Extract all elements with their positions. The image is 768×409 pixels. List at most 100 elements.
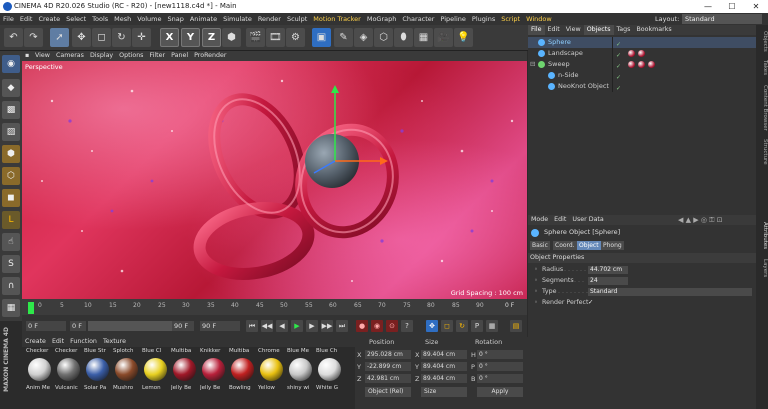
material-tag-icon[interactable] (638, 61, 645, 68)
key-pla-button[interactable]: ▦ (486, 320, 498, 332)
material-swatch[interactable]: Multiba Bowling (229, 348, 256, 408)
tab-coord[interactable]: Coord. (553, 241, 577, 250)
side-tab-attributes[interactable]: Attributes (756, 220, 768, 252)
tab-basic[interactable]: Basic (530, 241, 550, 250)
render-view-icon[interactable]: 🎬 (246, 28, 265, 47)
material-swatch[interactable]: Blue Me shiny wi (287, 348, 314, 408)
size-mode-select[interactable]: Size (421, 387, 467, 397)
menu-mograph[interactable]: MoGraph (364, 13, 400, 25)
menu-edit[interactable]: Edit (17, 13, 36, 25)
perspective-viewport[interactable]: Perspective Grid Spacing : 100 cm (22, 61, 527, 299)
workplane-mode-icon[interactable]: ▨ (2, 123, 20, 141)
size-z-field[interactable]: 89.404 cm (421, 374, 467, 383)
workplane-icon[interactable]: ▦ (2, 299, 20, 317)
timeline-window-button[interactable]: ▤ (510, 320, 522, 332)
render-settings-icon[interactable]: ⚙ (286, 28, 305, 47)
object-row-n-side[interactable]: n-Side ✓ (528, 70, 756, 81)
attributes-menu-mode[interactable]: Mode (528, 215, 551, 225)
record-keys-button[interactable]: ● (356, 320, 368, 332)
position-y-field[interactable]: -22.899 cm (365, 362, 411, 371)
object-row-sphere[interactable]: Sphere ✓ (528, 37, 756, 48)
material-swatch[interactable]: Checker Vulcanic (55, 348, 82, 408)
menu-file[interactable]: File (0, 13, 17, 25)
menu-character[interactable]: Character (399, 13, 437, 25)
menu-create[interactable]: Create (35, 13, 63, 25)
start-frame-field[interactable]: 0 F (26, 321, 66, 331)
object-row-landscape[interactable]: Landscape ✓ (528, 48, 756, 59)
pen-spline-icon[interactable]: ✎ (334, 28, 353, 47)
size-y-field[interactable]: 89.404 cm (421, 362, 467, 371)
material-menu-texture[interactable]: Texture (100, 337, 129, 347)
visibility-checkmark-icon[interactable]: ✓ (616, 83, 621, 94)
segments-field[interactable]: 24 (588, 277, 628, 285)
select-arrow-icon[interactable]: ➚ (50, 28, 69, 47)
objects-menu-file[interactable]: File (528, 25, 545, 35)
menu-select[interactable]: Select (63, 13, 89, 25)
render-picture-viewer-icon[interactable]: 🎞 (266, 28, 285, 47)
play-button[interactable]: ▶ (291, 320, 303, 332)
material-tag-icon[interactable] (638, 50, 645, 57)
viewport-menu-prorender[interactable]: ProRender (191, 51, 229, 61)
side-tab-takes[interactable]: Takes (756, 57, 768, 79)
attributes-menu-user-data[interactable]: User Data (569, 215, 606, 225)
timeline-ruler[interactable]: 0 5 10 15 20 25 30 35 40 45 50 55 60 65 … (22, 299, 527, 315)
previous-key-button[interactable]: ◀◀ (261, 320, 273, 332)
tweak-mode-icon[interactable]: ☝ (2, 233, 20, 251)
attributes-menu-edit[interactable]: Edit (551, 215, 569, 225)
key-position-button[interactable]: ✥ (426, 320, 438, 332)
recent-tool-icon[interactable]: ✛ (132, 28, 151, 47)
material-swatch[interactable]: Splotch Mushro (113, 348, 140, 408)
viewport-menu-cameras[interactable]: Cameras (53, 51, 87, 61)
deformer-icon[interactable]: ⬮ (394, 28, 413, 47)
side-tab-objects[interactable]: Objects (756, 29, 768, 53)
close-button[interactable]: ✕ (744, 0, 768, 13)
menu-volume[interactable]: Volume (134, 13, 164, 25)
menu-animate[interactable]: Animate (187, 13, 220, 25)
next-frame-button[interactable]: ▶ (306, 320, 318, 332)
objects-menu-tags[interactable]: Tags (614, 25, 634, 35)
snapping-icon[interactable]: S (2, 255, 20, 273)
render-perfect-checkbox[interactable]: ✓ (588, 298, 593, 308)
objects-menu-view[interactable]: View (563, 25, 584, 35)
autokey-button[interactable]: ◉ (371, 320, 383, 332)
layout-select[interactable]: Standard (682, 14, 762, 24)
texture-mode-icon[interactable]: ▩ (2, 101, 20, 119)
menu-snap[interactable]: Snap (164, 13, 186, 25)
collapse-toggle-icon[interactable]: ⊟ (530, 59, 535, 70)
keyframe-selection-button[interactable]: ⊙ (386, 320, 398, 332)
go-to-end-button[interactable]: ⏭ (336, 320, 348, 332)
menu-pipeline[interactable]: Pipeline (437, 13, 468, 25)
rotation-h-field[interactable]: 0 ° (477, 350, 523, 359)
position-z-field[interactable]: 42.981 cm (365, 374, 411, 383)
minimize-button[interactable]: — (696, 0, 720, 13)
rotation-p-field[interactable]: 0 ° (477, 362, 523, 371)
tab-phong[interactable]: Phong (601, 241, 624, 250)
type-select[interactable]: Standard (588, 288, 752, 296)
undo-icon[interactable]: ↶ (4, 28, 23, 47)
material-swatch[interactable]: Blue Cl Lemon (142, 348, 169, 408)
menu-motion-tracker[interactable]: Motion Tracker (310, 13, 364, 25)
subdivision-icon[interactable]: ◈ (354, 28, 373, 47)
side-tab-layers[interactable]: Layers (756, 257, 768, 279)
move-icon[interactable]: ✥ (72, 28, 91, 47)
z-axis-lock-button[interactable]: Z (202, 28, 221, 47)
object-row-sweep[interactable]: ⊟ Sweep ✓ (528, 59, 756, 70)
neoknot-sweep-object[interactable] (193, 86, 407, 283)
rotation-b-field[interactable]: 0 ° (477, 374, 523, 383)
material-menu-edit[interactable]: Edit (49, 337, 67, 347)
redo-icon[interactable]: ↷ (24, 28, 43, 47)
side-tab-content-browser[interactable]: Content Browser (756, 83, 768, 133)
magnet-icon[interactable]: ∩ (2, 277, 20, 295)
menu-render[interactable]: Render (255, 13, 284, 25)
menu-script[interactable]: Script (498, 13, 523, 25)
viewport-menu-filter[interactable]: Filter (146, 51, 168, 61)
key-rotation-button[interactable]: ↻ (456, 320, 468, 332)
edges-mode-icon[interactable]: ⬡ (2, 167, 20, 185)
floor-scene-icon[interactable]: ▦ (414, 28, 433, 47)
objects-menu-objects[interactable]: Objects (583, 25, 614, 35)
next-key-button[interactable]: ▶▶ (321, 320, 333, 332)
material-tag-icon[interactable] (628, 61, 635, 68)
menu-plugins[interactable]: Plugins (469, 13, 498, 25)
menu-window[interactable]: Window (523, 13, 555, 25)
max-frame-field[interactable]: 90 F (200, 321, 240, 331)
